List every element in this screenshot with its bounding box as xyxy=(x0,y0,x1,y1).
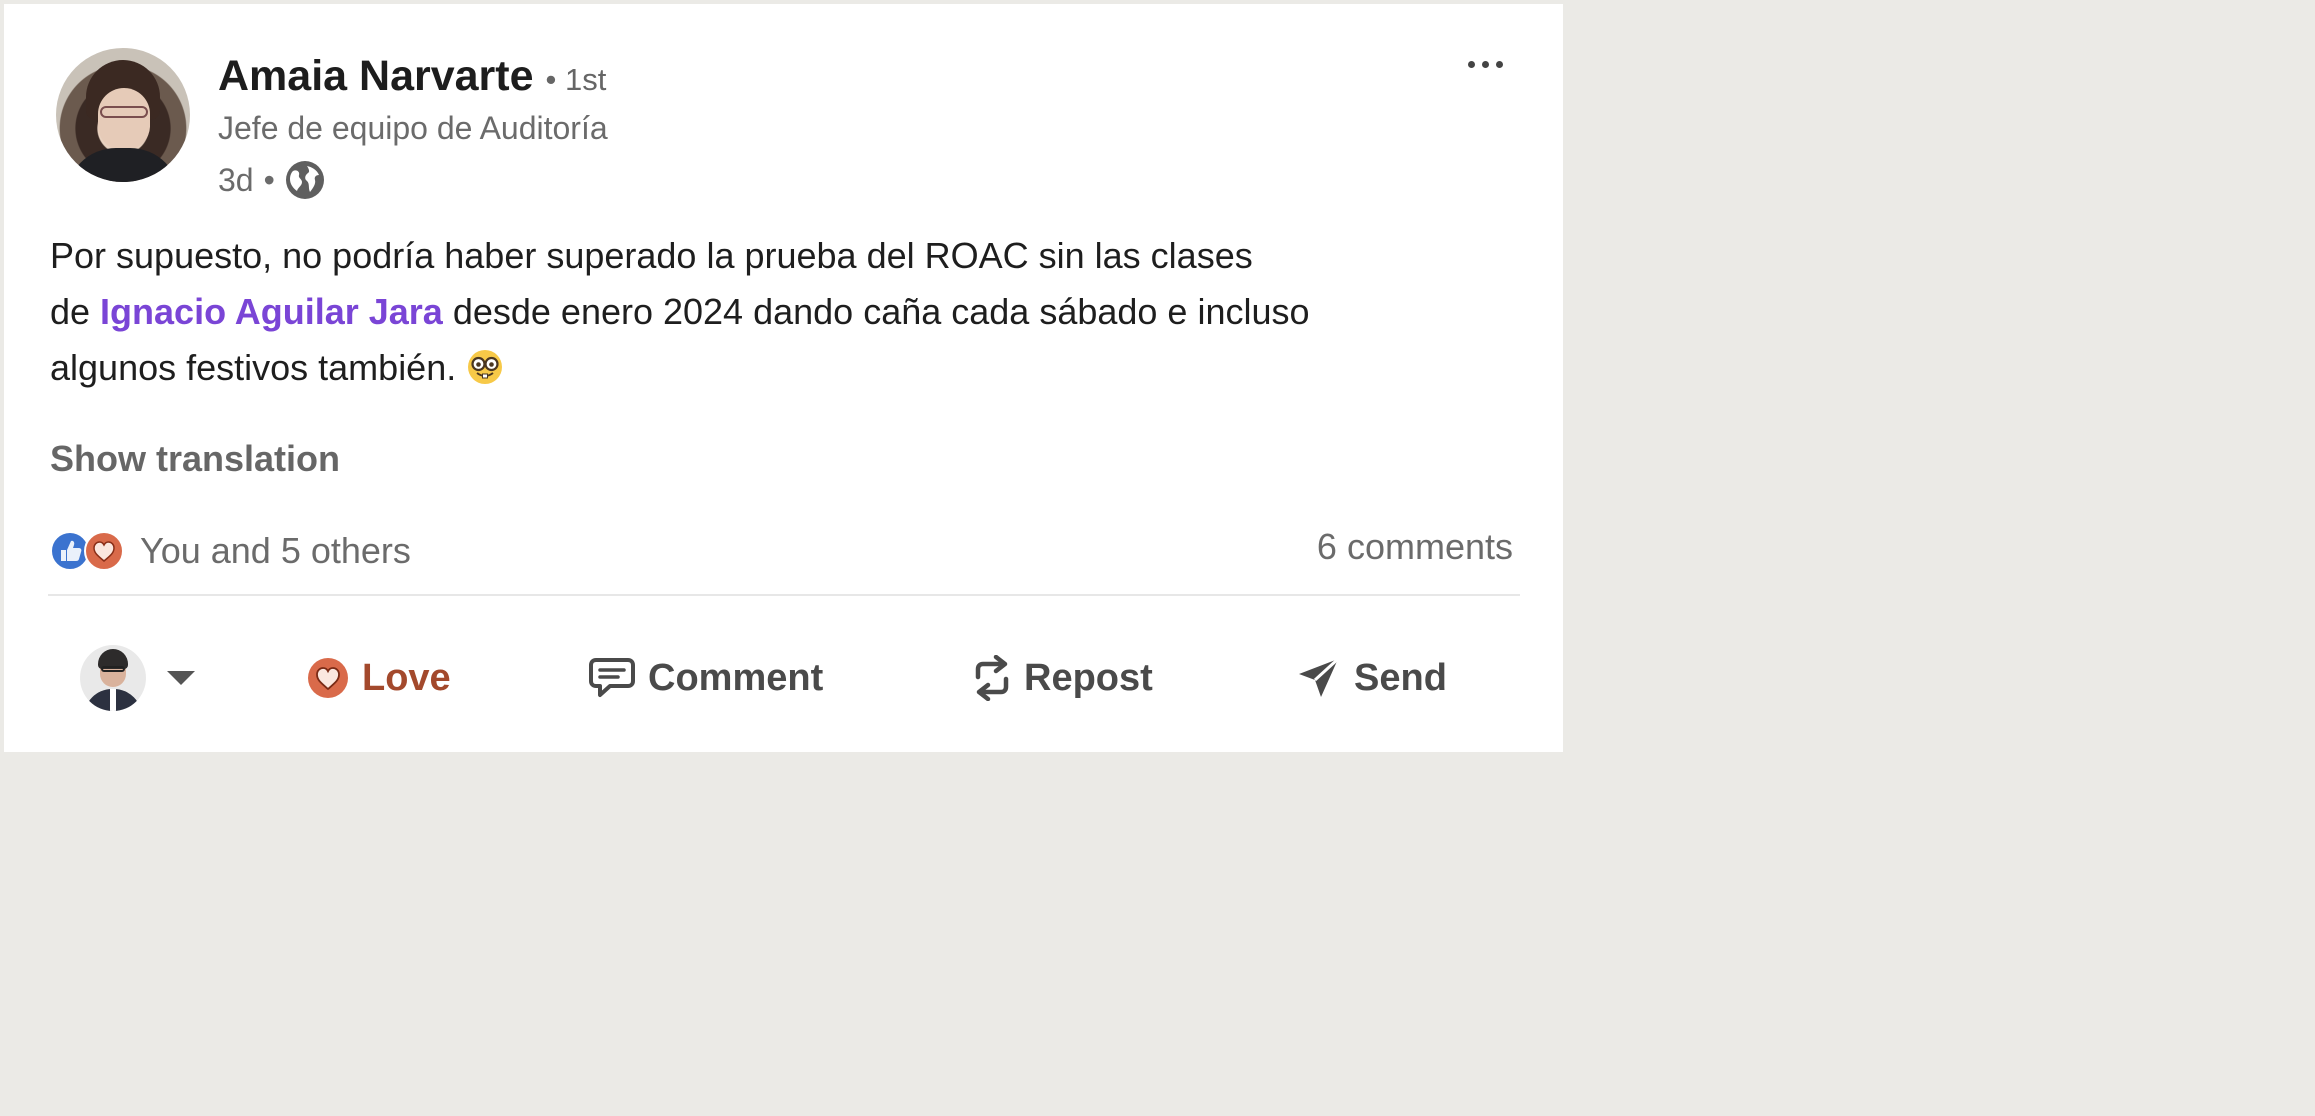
comment-button[interactable]: Comment xyxy=(588,626,823,730)
chevron-down-icon xyxy=(167,671,195,685)
action-bar: Love Comment Repost Send xyxy=(4,626,1572,730)
reaction-avatar-selector[interactable] xyxy=(80,626,196,730)
mention-link[interactable]: Ignacio Aguilar Jara xyxy=(100,291,443,332)
send-icon xyxy=(1299,657,1340,697)
more-options-button[interactable] xyxy=(1456,44,1514,84)
send-button[interactable]: Send xyxy=(1296,626,1447,730)
show-translation-link[interactable]: Show translation xyxy=(50,438,340,480)
reactions-text: You and 5 others xyxy=(140,530,411,571)
divider xyxy=(48,594,1520,596)
meta-separator: • xyxy=(263,161,275,198)
post-card: Amaia Narvarte • 1st Jefe de equipo de A… xyxy=(4,4,1563,752)
current-user-avatar xyxy=(80,645,146,711)
post-text-line2-suffix: desde enero 2024 dando caña cada sábado … xyxy=(442,291,1310,332)
comment-label: Comment xyxy=(648,656,824,699)
love-icon xyxy=(308,658,348,698)
post-age: 3d xyxy=(218,161,254,198)
repost-button[interactable]: Repost xyxy=(972,626,1153,730)
ellipsis-icon xyxy=(1467,60,1475,68)
repost-label: Repost xyxy=(1024,656,1153,699)
love-label: Love xyxy=(362,656,451,699)
post-text-line2-prefix: de xyxy=(50,291,101,332)
nerd-face-emoji-icon xyxy=(468,350,503,384)
reactions-summary[interactable]: You and 5 others xyxy=(50,524,411,578)
post-text-line3: algunos festivos también. xyxy=(50,347,467,388)
love-icon xyxy=(84,531,124,571)
repost-icon xyxy=(975,655,1009,701)
globe-icon xyxy=(285,161,324,199)
connection-degree: • 1st xyxy=(545,62,607,97)
author-avatar[interactable] xyxy=(56,48,190,182)
post-body: Por supuesto, no podría haber superado l… xyxy=(50,228,1510,396)
author-headline: Jefe de equipo de Auditoría xyxy=(218,110,608,146)
post-meta: 3d • xyxy=(218,158,325,202)
love-button[interactable]: Love xyxy=(306,626,451,730)
comment-icon xyxy=(589,658,635,697)
author-name-row: Amaia Narvarte • 1st xyxy=(218,52,606,102)
author-name[interactable]: Amaia Narvarte xyxy=(218,52,534,101)
reaction-icons xyxy=(50,529,128,573)
post-text-line1: Por supuesto, no podría haber superado l… xyxy=(50,235,1253,276)
comments-count-link[interactable]: 6 comments xyxy=(1317,526,1513,568)
send-label: Send xyxy=(1354,656,1447,699)
